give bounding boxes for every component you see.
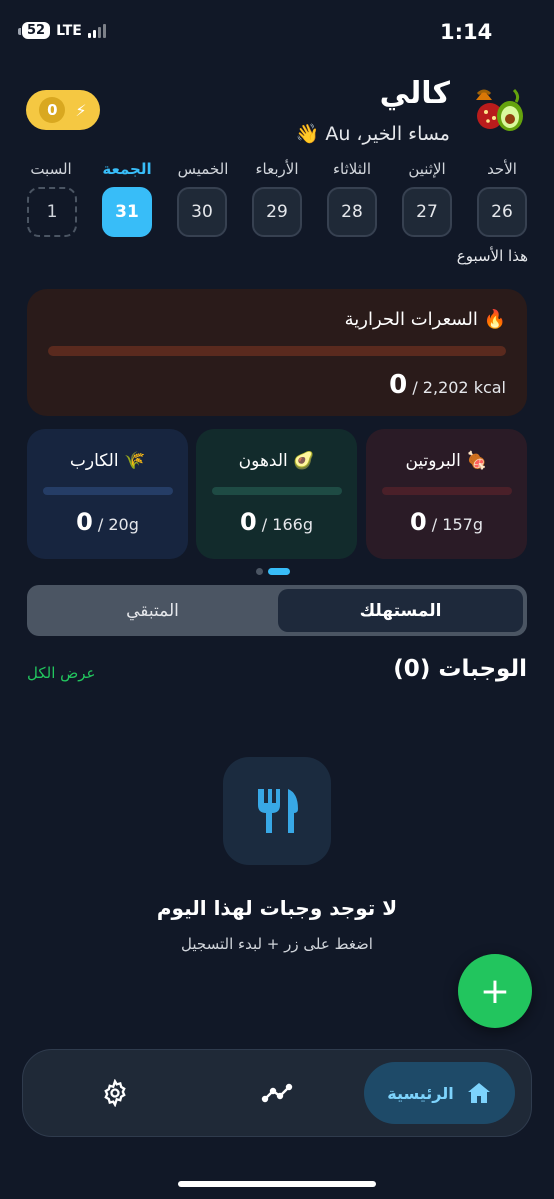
wheat-icon: 🌾 <box>123 451 146 471</box>
lightning-icon: ⚡ <box>75 100 87 120</box>
fats-value: 0 / 166g <box>196 508 357 536</box>
signal-icon <box>87 23 106 38</box>
app-title: كالي <box>379 76 450 111</box>
day-button-thu[interactable]: 30 <box>177 187 227 237</box>
protein-value: 0 / 157g <box>366 508 527 536</box>
protein-progress-bar <box>382 487 512 495</box>
empty-state-subtitle: اضغط على زر + لبدء التسجيل <box>181 935 373 953</box>
carbs-title: الكارب <box>69 451 119 471</box>
carbs-value: 0 / 20g <box>27 508 188 536</box>
calories-progress-bar <box>48 346 506 356</box>
protein-goal: / 157g <box>426 515 483 534</box>
streak-count: 0 <box>39 97 66 123</box>
day-button-fri[interactable]: 31 <box>102 187 152 237</box>
avocado-icon: 🥑 <box>293 451 315 471</box>
battery-indicator: 52 <box>17 22 51 39</box>
network-label: LTE <box>56 22 82 39</box>
calories-goal: / 2,202 kcal <box>407 378 506 397</box>
day-label-wed: الأربعاء <box>255 160 299 178</box>
day-button-sun[interactable]: 26 <box>477 187 527 237</box>
tab-consumed[interactable]: المستهلك <box>278 589 523 632</box>
carbs-title-row: 🌾 الكارب <box>27 451 188 471</box>
protein-title-row: 🍖 البروتين <box>366 451 527 471</box>
empty-meals-container <box>223 757 331 865</box>
fats-title-row: 🥑 الدهون <box>196 451 357 471</box>
empty-state-title: لا توجد وجبات لهذا اليوم <box>156 896 398 920</box>
calories-consumed: 0 <box>389 370 408 400</box>
fats-consumed: 0 <box>240 508 257 536</box>
calories-title-row: 🔥 السعرات الحرارية <box>345 309 506 330</box>
week-label: هذا الأسبوع <box>456 247 528 265</box>
carbs-progress-bar <box>43 487 173 495</box>
day-button-tue[interactable]: 28 <box>327 187 377 237</box>
fork-knife-icon <box>258 789 298 833</box>
calories-value: 0 / 2,202 kcal <box>389 370 506 400</box>
home-indicator <box>178 1181 376 1187</box>
analytics-chart-icon[interactable] <box>260 1076 294 1110</box>
carbs-consumed: 0 <box>76 508 93 536</box>
day-label-mon: الإثنين <box>408 160 446 178</box>
fats-goal: / 166g <box>256 515 313 534</box>
day-label-fri: الجمعة <box>102 160 152 178</box>
settings-gear-icon[interactable] <box>98 1076 132 1110</box>
home-icon <box>467 1083 490 1103</box>
nav-home-label: الرئيسية <box>387 1083 454 1103</box>
meat-icon: 🍖 <box>466 451 488 471</box>
page-dot[interactable] <box>256 568 263 575</box>
day-button-wed[interactable]: 29 <box>252 187 302 237</box>
page-indicator[interactable] <box>256 568 290 575</box>
meals-title: الوجبات (0) <box>393 656 527 682</box>
status-time: 1:14 <box>440 20 493 44</box>
day-button-mon[interactable]: 27 <box>402 187 452 237</box>
day-label-thu: الخميس <box>177 160 229 178</box>
view-all-link[interactable]: عرض الكل <box>27 664 96 682</box>
carbs-goal: / 20g <box>92 515 139 534</box>
nav-home-button[interactable]: الرئيسية <box>364 1062 515 1124</box>
protein-title: البروتين <box>405 451 461 471</box>
status-bar-left: 52 LTE <box>17 22 106 39</box>
fats-progress-bar <box>212 487 342 495</box>
fats-title: الدهون <box>238 451 288 471</box>
day-label-sun: الأحد <box>487 160 517 178</box>
streak-badge[interactable]: 0 ⚡ <box>26 90 100 130</box>
calories-title: السعرات الحرارية <box>344 309 478 330</box>
fire-icon: 🔥 <box>483 309 506 330</box>
greeting-text: مساء الخير، Au 👋 <box>295 123 450 145</box>
food-logo-icon <box>476 88 523 131</box>
day-button-sat[interactable]: 1 <box>27 187 77 237</box>
day-label-sat: السبت <box>30 160 72 178</box>
day-label-tue: الثلاثاء <box>332 160 371 178</box>
tab-remaining[interactable]: المتبقي <box>30 589 275 632</box>
add-meal-button[interactable]: + <box>458 954 532 1028</box>
protein-consumed: 0 <box>410 508 427 536</box>
page-dot-active[interactable] <box>268 568 290 575</box>
